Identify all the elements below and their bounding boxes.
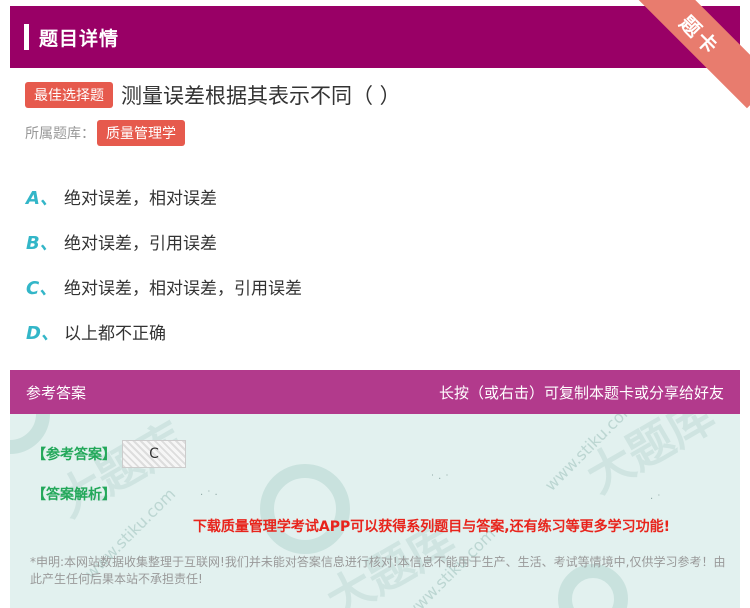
reference-answer-row: 【参考答案】 C <box>32 440 186 468</box>
disclaimer-text: *申明:本网站数据收集整理于互联网!我们并未能对答案信息进行核对!本信息不能用于… <box>30 555 726 586</box>
reference-answer-label: 【参考答案】 <box>32 447 116 463</box>
share-hint: 长按（或右击）可复制本题卡或分享给好友 <box>438 383 724 402</box>
option-a[interactable]: A、 绝对误差，相对误差 <box>26 174 302 219</box>
option-b[interactable]: B、 绝对误差，引用误差 <box>26 219 302 264</box>
options-list: A、 绝对误差，相对误差 B、 绝对误差，引用误差 C、 绝对误差，相对误差，引… <box>26 174 302 354</box>
option-text: 以上都不正确 <box>64 324 166 344</box>
question-library: 所属题库： 质量管理学 <box>25 120 185 146</box>
answer-section-header: 参考答案 长按（或右击）可复制本题卡或分享给好友 <box>10 370 740 414</box>
option-letter: C、 <box>26 277 58 299</box>
option-letter: D、 <box>26 322 59 344</box>
watermark-circle <box>260 464 350 554</box>
library-label: 所属题库： <box>25 126 95 142</box>
app-download-link[interactable]: 下载质量管理学考试APP可以获得系列题目与答案,还有练习等更多学习功能! <box>10 516 740 536</box>
page-header: 题目详情 <box>10 6 740 68</box>
option-c[interactable]: C、 绝对误差，相对误差，引用误差 <box>26 264 302 309</box>
answer-section-body: 大题库 大题库 大题库 www.stiku.com www.stiku.com … <box>10 414 740 608</box>
option-text: 绝对误差，引用误差 <box>64 234 217 254</box>
option-d[interactable]: D、 以上都不正确 <box>26 309 302 354</box>
option-letter: A、 <box>26 187 58 209</box>
watermark-logo: 大题库 <box>47 414 194 528</box>
decor-dots: · ˙ · <box>200 490 218 501</box>
page-title: 题目详情 <box>39 27 120 50</box>
option-text: 绝对误差，相对误差，引用误差 <box>64 279 302 299</box>
reference-answer-image: C <box>122 440 186 468</box>
question-text: 测量误差根据其表示不同（ ） <box>121 84 401 108</box>
option-letter: B、 <box>26 232 58 254</box>
reference-answer-value: C <box>149 446 159 462</box>
library-tag[interactable]: 质量管理学 <box>97 120 185 146</box>
decor-dots: · ˙ <box>650 494 662 505</box>
question-type-tag: 最佳选择题 <box>25 82 113 108</box>
explanation-label: 【答案解析】 <box>32 487 116 503</box>
decor-dots: ˙ · ˙ <box>430 474 450 485</box>
header-accent-bar <box>24 24 29 50</box>
question-line: 最佳选择题 测量误差根据其表示不同（ ） <box>25 80 401 110</box>
option-text: 绝对误差，相对误差 <box>64 189 217 209</box>
answer-section-title: 参考答案 <box>26 383 87 402</box>
